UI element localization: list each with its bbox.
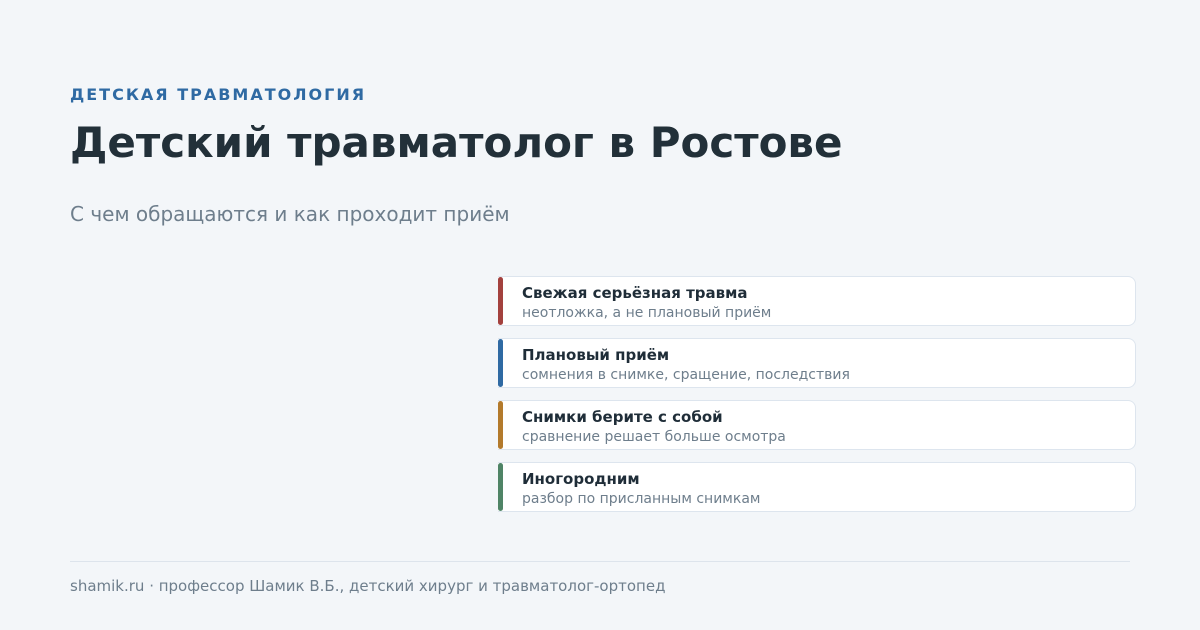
card-subtitle: сомнения в снимке, сращение, последствия	[522, 367, 850, 383]
card-subtitle: сравнение решает больше осмотра	[522, 429, 786, 445]
card-accent-bar	[498, 463, 503, 511]
page-subtitle: С чем обращаются и как проходит приём	[70, 202, 510, 226]
card-planned-visit: Плановый приём сомнения в снимке, сращен…	[498, 338, 1136, 388]
card-out-of-town: Иногородним разбор по присланным снимкам	[498, 462, 1136, 512]
card-bring-xrays: Снимки берите с собой сравнение решает б…	[498, 400, 1136, 450]
footer-credit: shamik.ru · профессор Шамик В.Б., детски…	[70, 577, 666, 595]
card-accent-bar	[498, 277, 503, 325]
card-accent-bar	[498, 401, 503, 449]
card-accent-bar	[498, 339, 503, 387]
card-title: Иногородним	[522, 470, 640, 488]
page-title: Детский травматолог в Ростове	[70, 118, 843, 167]
card-subtitle: неотложка, а не плановый приём	[522, 305, 772, 321]
card-subtitle: разбор по присланным снимкам	[522, 491, 761, 507]
footer-divider	[70, 561, 1130, 562]
card-title: Свежая серьёзная травма	[522, 284, 748, 302]
eyebrow-label: ДЕТСКАЯ ТРАВМАТОЛОГИЯ	[70, 85, 367, 104]
card-serious-injury: Свежая серьёзная травма неотложка, а не …	[498, 276, 1136, 326]
card-title: Плановый приём	[522, 346, 670, 364]
card-title: Снимки берите с собой	[522, 408, 723, 426]
info-card-list: Свежая серьёзная травма неотложка, а не …	[498, 276, 1136, 524]
